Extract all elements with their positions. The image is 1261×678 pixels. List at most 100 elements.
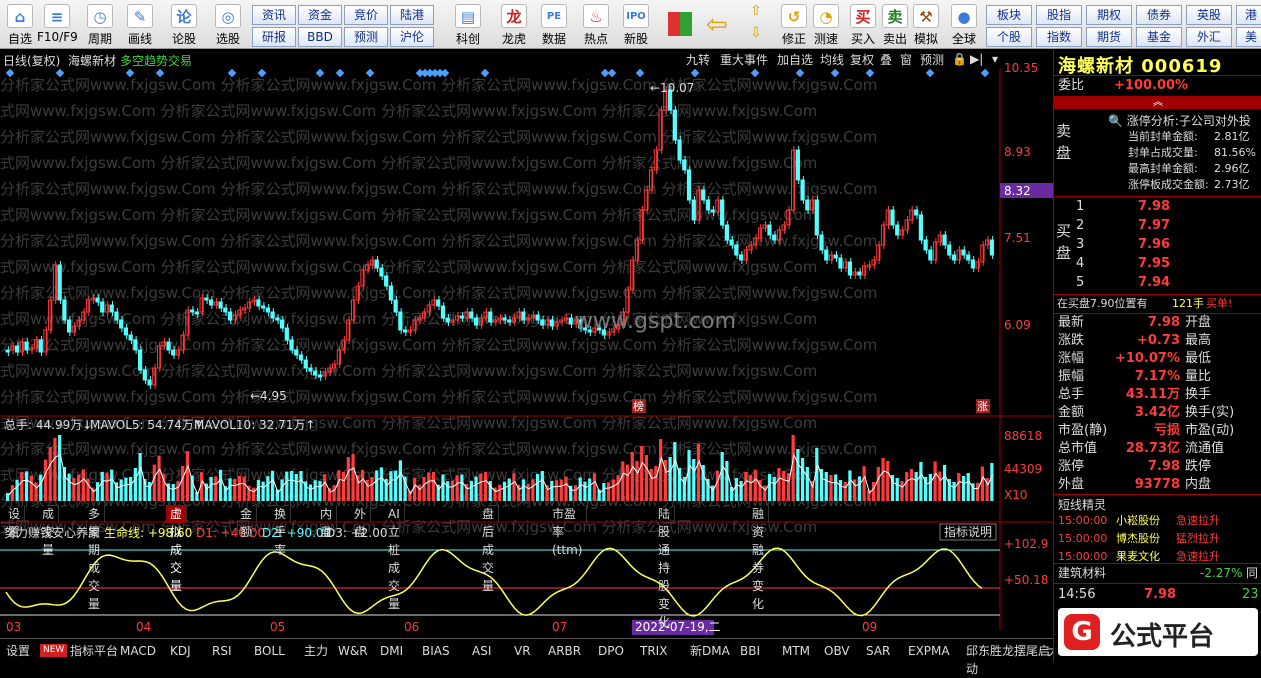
- volume-tab[interactable]: 虚拟成交量: [166, 505, 188, 593]
- new-badge[interactable]: NEW: [40, 644, 68, 657]
- volume-tab[interactable]: 外盘: [350, 505, 372, 539]
- indicator-tab[interactable]: SAR: [866, 642, 890, 660]
- market-button[interactable]: 板块: [986, 5, 1032, 25]
- indicator-tab[interactable]: TRIX: [640, 642, 667, 660]
- buy-level-row[interactable]: 2 7.97: [1054, 217, 1261, 235]
- indicator-tab[interactable]: OBV: [824, 642, 850, 660]
- volume-bar: [252, 487, 256, 501]
- volume-bar: [181, 466, 185, 501]
- toolbar-globe-button[interactable]: ● 全球: [944, 2, 984, 47]
- toolbar-talk-button[interactable]: 论论股: [164, 2, 204, 47]
- candle-body: [166, 341, 171, 351]
- volume-bar: [323, 474, 327, 501]
- limit-analysis[interactable]: 🔍 涨停分析:子公司对外投: [1108, 112, 1251, 129]
- sector-name[interactable]: 建筑材料: [1058, 564, 1106, 582]
- info-button[interactable]: 资讯: [252, 5, 296, 25]
- toolbar-home-button[interactable]: ⌂ 自选: [0, 2, 40, 47]
- indicator-tab[interactable]: BBI: [740, 642, 760, 660]
- info-button[interactable]: 沪伦: [390, 27, 434, 47]
- candle-body: [677, 139, 682, 161]
- indicator-tab[interactable]: MTM: [782, 642, 810, 660]
- indicator-tab[interactable]: BIAS: [422, 642, 450, 660]
- market-button[interactable]: 外汇: [1186, 27, 1232, 47]
- market-button[interactable]: 股指: [1036, 5, 1082, 25]
- toolbar-dragon-button[interactable]: 龙龙虎: [494, 2, 534, 47]
- market-button[interactable]: 期货: [1086, 27, 1132, 47]
- indicator-tab[interactable]: MACD: [120, 642, 156, 660]
- indicator-tab[interactable]: EXPMA: [908, 642, 950, 660]
- toolbar-label: 数据: [541, 32, 566, 46]
- market-button[interactable]: 美: [1236, 27, 1261, 47]
- toolbar-info-button[interactable]: ≡ F10/F9: [37, 2, 78, 47]
- indicator-tab[interactable]: DPO: [598, 642, 624, 660]
- indicator-tab[interactable]: RSI: [212, 642, 232, 660]
- candle-body: [975, 261, 980, 269]
- volume-bar: [285, 471, 289, 501]
- market-button[interactable]: 指数: [1036, 27, 1082, 47]
- volume-tab[interactable]: 盘后成交量: [478, 505, 500, 593]
- volume-tab[interactable]: 换手率: [270, 505, 292, 557]
- toolbar-pencil-button[interactable]: ✎ 画线: [120, 2, 160, 47]
- market-button[interactable]: 个股: [986, 27, 1032, 47]
- toolbar-hammer-button[interactable]: ⚒ 模拟: [906, 2, 946, 47]
- down-arrow-icon[interactable]: ⇩: [750, 25, 762, 41]
- event-marker-icon[interactable]: [980, 68, 990, 78]
- sprite-row[interactable]: 15:00:00 小崧股份 急速拉升: [1054, 512, 1261, 530]
- market-button[interactable]: 港: [1236, 5, 1261, 25]
- volume-tab[interactable]: 融资融券变化: [748, 505, 770, 611]
- volume-tab[interactable]: 成交量: [38, 505, 60, 557]
- collapse-icon[interactable]: ︽: [1054, 97, 1261, 109]
- volume-tab[interactable]: AI立桩成交量: [384, 505, 405, 611]
- toolbar-chart-button[interactable]: ▤ 科创: [448, 2, 488, 47]
- indicator-tab[interactable]: BOLL: [254, 642, 285, 660]
- indicator-tab[interactable]: ARBR: [548, 642, 581, 660]
- toolbar-fire-button[interactable]: ♨ 热点: [576, 2, 616, 47]
- indicator-tab[interactable]: 邱东胜龙摆尾启动: [966, 642, 1053, 676]
- info-button[interactable]: BBD: [298, 27, 342, 47]
- brand-text: 公式平台: [1110, 622, 1215, 652]
- toolbar-speed-button[interactable]: ◔ 测速: [806, 2, 846, 47]
- toolbar-ipo-button[interactable]: IPO 新股: [616, 2, 656, 47]
- buy-level-number: 5: [1076, 275, 1085, 290]
- info-button[interactable]: 研报: [252, 27, 296, 47]
- buy-level-row[interactable]: 5 7.94: [1054, 274, 1261, 292]
- back-arrow-icon[interactable]: ⇦: [706, 10, 728, 40]
- market-button[interactable]: 债券: [1136, 5, 1182, 25]
- volume-bar: [299, 471, 303, 501]
- indicator-tab[interactable]: 主力: [304, 642, 328, 660]
- toolbar-select-button[interactable]: ◎ 选股: [208, 2, 248, 47]
- indicator-tab[interactable]: 设置: [6, 642, 30, 660]
- info-button[interactable]: 竞价: [344, 5, 388, 25]
- volume-tab[interactable]: 陆股通持股变化: [654, 505, 676, 629]
- indicator-tab[interactable]: DMI: [380, 642, 403, 660]
- indicator-tab[interactable]: KDJ: [170, 642, 191, 660]
- info-button[interactable]: 陆港: [390, 5, 434, 25]
- market-button[interactable]: 英股: [1186, 5, 1232, 25]
- market-button[interactable]: 基金: [1136, 27, 1182, 47]
- toolbar-clock-button[interactable]: ◷ 周期: [80, 2, 120, 47]
- market-button[interactable]: 期权: [1086, 5, 1132, 25]
- buy-level-row[interactable]: 1 7.98: [1054, 198, 1261, 216]
- price-chart[interactable]: 分析家公式网www.fxjgsw.Com 分析家公式网www.fxjgsw.Co…: [0, 50, 1053, 638]
- indicator-tab[interactable]: ASI: [472, 642, 491, 660]
- event-marker-icon[interactable]: [925, 68, 935, 78]
- info-button[interactable]: 预测: [344, 27, 388, 47]
- indicator-tab[interactable]: VR: [514, 642, 531, 660]
- info-button[interactable]: 资金: [298, 5, 342, 25]
- indicator-tab[interactable]: 新DMA: [690, 642, 730, 660]
- toolbar-pe-button[interactable]: PE 数据: [534, 2, 574, 47]
- color-grid-icon[interactable]: [668, 12, 692, 36]
- volume-tab[interactable]: 市盈率(ttm): [548, 505, 588, 557]
- watermark-text: 分析家公式网www.fxjgsw.Com 分析家公式网www.fxjgsw.Co…: [0, 76, 877, 94]
- indicator-tab[interactable]: 指标平台: [70, 642, 118, 660]
- volume-tab[interactable]: 多周期成交量: [84, 505, 106, 611]
- volume-tab[interactable]: 内盘: [316, 505, 338, 539]
- buy-level-row[interactable]: 4 7.95: [1054, 255, 1261, 273]
- volume-tab[interactable]: 设置: [4, 505, 26, 539]
- sprite-row[interactable]: 15:00:00 博杰股份 猛烈拉升: [1054, 530, 1261, 548]
- volume-tab[interactable]: 金额: [236, 505, 258, 539]
- volume-bar: [228, 478, 232, 501]
- buy-level-row[interactable]: 3 7.96: [1054, 236, 1261, 254]
- up-arrow-icon[interactable]: ⇧: [750, 3, 762, 19]
- indicator-tab[interactable]: W&R: [338, 642, 368, 660]
